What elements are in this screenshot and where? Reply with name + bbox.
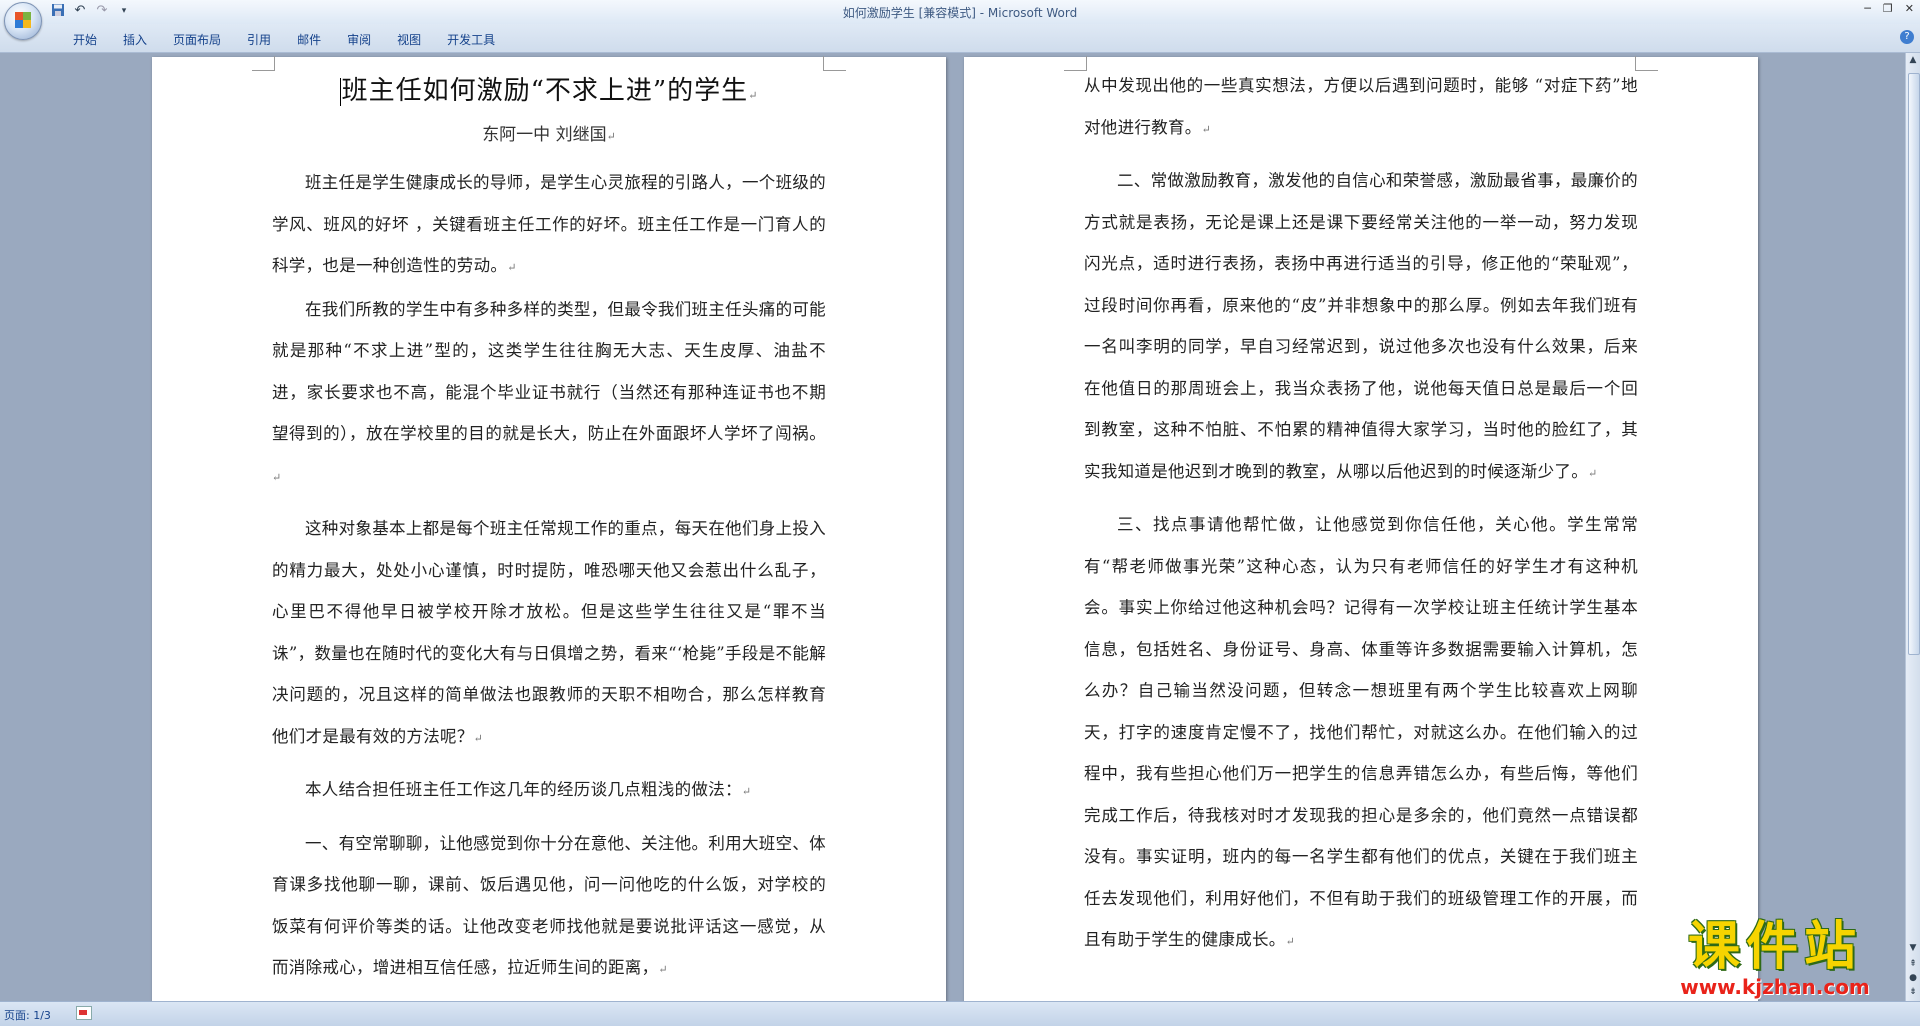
- window-title: 如何激励学生 [兼容模式] - Microsoft Word: [842, 6, 1078, 20]
- office-button[interactable]: [4, 2, 42, 40]
- title-bar: ↶ ↷ ▾ 如何激励学生 [兼容模式] - Microsoft Word ─ ❐…: [0, 0, 1920, 40]
- page-content: 从中发现出他的一些真实想法，方便以后遇到问题时，能够 “对症下药”地对他进行教育…: [1084, 65, 1638, 963]
- crop-mark: [1635, 56, 1658, 71]
- paragraph[interactable]: 二、常做激励教育，激发他的自信心和荣誉感，激励最省事，最廉价的方式就是表扬，无论…: [1084, 160, 1638, 494]
- text-cursor: [339, 78, 341, 106]
- paragraph-mark-icon: ↵: [606, 130, 616, 143]
- page-count[interactable]: 页面: 1/3: [4, 1007, 51, 1023]
- ribbon-tab-bar: 开始 插入 页面布局 引用 邮件 审阅 视图 开发工具 ?: [0, 24, 1920, 53]
- tab-view[interactable]: 视图: [384, 31, 434, 48]
- paragraph-mark-icon: ↵: [1285, 935, 1296, 948]
- document-title-text: 班主任如何激励“不求上进”的学生: [341, 76, 749, 106]
- scroll-up-icon[interactable]: ▲: [1907, 55, 1919, 67]
- paragraph[interactable]: 从中发现出他的一些真实想法，方便以后遇到问题时，能够 “对症下药”地对他进行教育…: [1084, 65, 1638, 150]
- paragraph-mark-icon: ↵: [473, 731, 484, 745]
- paragraph-mark-icon: ↵: [272, 470, 282, 484]
- ribbon-tabs: 开始 插入 页面布局 引用 邮件 审阅 视图 开发工具: [60, 31, 508, 48]
- paragraph-mark-icon: ↵: [658, 963, 668, 976]
- vertical-scrollbar[interactable]: ▲ ▼ ⇞ ● ⇟: [1905, 53, 1920, 1001]
- document-page-right[interactable]: 从中发现出他的一些真实想法，方便以后遇到问题时，能够 “对症下药”地对他进行教育…: [964, 56, 1758, 1001]
- paragraph-mark-icon: ↵: [507, 261, 517, 274]
- crop-mark: [823, 56, 846, 71]
- tab-mailings[interactable]: 邮件: [284, 31, 334, 48]
- paragraph[interactable]: 一、有空常聊聊，让他感觉到你十分在意他、关注他。利用大班空、体育课多找他聊一聊，…: [272, 823, 826, 991]
- paragraph[interactable]: 在我们所教的学生中有多种多样的类型，但最令我们班主任头痛的可能就是那种“不求上进…: [272, 289, 826, 499]
- watermark-text: 课件站: [1687, 917, 1862, 977]
- next-page-icon[interactable]: ⇟: [1907, 987, 1919, 999]
- page-content: 班主任如何激励“不求上进”的学生↵ 东阿一中 刘继国↵ 班主任是学生健康成长的导…: [272, 71, 826, 991]
- watermark-logo: 课件站 www.kjzhan.com: [1660, 918, 1890, 1002]
- office-logo-icon: [15, 12, 31, 28]
- tab-home[interactable]: 开始: [60, 31, 110, 48]
- crop-mark: [252, 56, 275, 71]
- scrollbar-thumb[interactable]: [1908, 73, 1920, 655]
- tab-page-layout[interactable]: 页面布局: [160, 31, 234, 48]
- tab-developer[interactable]: 开发工具: [434, 31, 508, 48]
- tab-review[interactable]: 审阅: [334, 31, 384, 48]
- tab-insert[interactable]: 插入: [110, 31, 160, 48]
- paragraph-mark-icon: ↵: [741, 785, 752, 798]
- minimize-icon[interactable]: ─: [1864, 2, 1871, 15]
- document-title[interactable]: 班主任如何激励“不求上进”的学生↵: [272, 71, 826, 116]
- tab-references[interactable]: 引用: [234, 31, 284, 48]
- paragraph[interactable]: 这种对象基本上都是每个班主任常规工作的重点，每天在他们身上投入的精力最大，处处小…: [272, 508, 826, 759]
- close-icon[interactable]: ✕: [1905, 2, 1914, 15]
- document-author[interactable]: 东阿一中 刘继国↵: [272, 116, 826, 156]
- scroll-down-icon[interactable]: ▼: [1907, 943, 1919, 955]
- proofing-icon[interactable]: [76, 1006, 92, 1020]
- document-area: 班主任如何激励“不求上进”的学生↵ 东阿一中 刘继国↵ 班主任是学生健康成长的导…: [0, 53, 1906, 1001]
- select-browse-object-icon[interactable]: ●: [1907, 973, 1919, 985]
- paragraph-mark-icon: ↵: [1201, 122, 1212, 136]
- status-bar: 页面: 1/3: [0, 1001, 1920, 1026]
- paragraph[interactable]: 本人结合担任班主任工作这几年的经历谈几点粗浅的做法：↵: [272, 769, 826, 813]
- window-controls: ─ ❐ ✕: [1864, 2, 1914, 15]
- document-page-left[interactable]: 班主任如何激励“不求上进”的学生↵ 东阿一中 刘继国↵ 班主任是学生健康成长的导…: [152, 56, 946, 1001]
- paragraph[interactable]: 三、找点事请他帮忙做，让他感觉到你信任他，关心他。学生常常有“帮老师做事光荣”这…: [1084, 504, 1638, 963]
- maximize-icon[interactable]: ❐: [1883, 2, 1893, 15]
- watermark-url: www.kjzhan.com: [1680, 975, 1870, 999]
- help-icon[interactable]: ?: [1900, 30, 1914, 44]
- previous-page-icon[interactable]: ⇞: [1907, 959, 1919, 971]
- paragraph-mark-icon: ↵: [748, 89, 759, 102]
- paragraph[interactable]: 班主任是学生健康成长的导师，是学生心灵旅程的引路人，一个班级的学风、班风的好坏 …: [272, 162, 826, 289]
- paragraph-mark-icon: ↵: [1588, 466, 1598, 480]
